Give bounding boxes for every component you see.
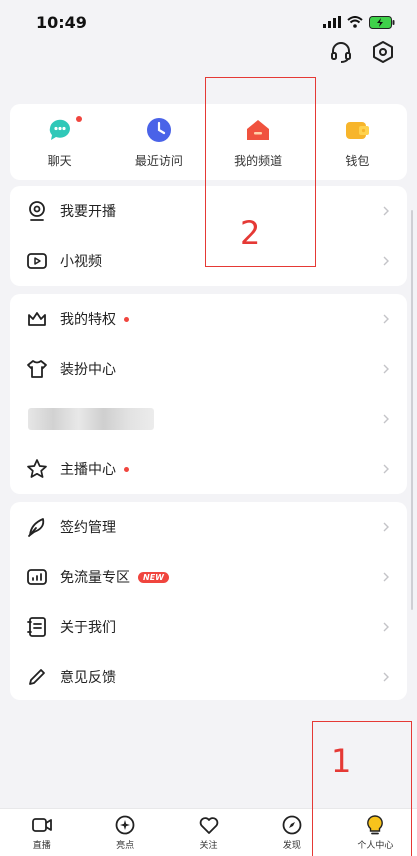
camera-icon xyxy=(31,818,52,832)
menu-item-contract-management[interactable]: 签约管理 xyxy=(10,502,407,552)
annotation-box-1 xyxy=(312,721,412,856)
document-icon xyxy=(27,617,46,637)
quick-item-label: 钱包 xyxy=(345,153,370,168)
tab-label: 直播 xyxy=(32,841,51,851)
chevron-right-icon xyxy=(383,522,389,532)
tab-label: 关注 xyxy=(199,841,218,851)
notification-dot xyxy=(124,466,129,472)
tab-following[interactable]: 关注 xyxy=(167,809,250,856)
new-badge: NEW xyxy=(138,571,169,583)
tab-label: 发现 xyxy=(282,841,301,851)
chevron-right-icon xyxy=(383,314,389,324)
clock-icon xyxy=(146,117,171,142)
menu-card-general: 签约管理 免流量专区 NEW 关于我们 意见反馈 xyxy=(10,502,407,700)
headset-icon[interactable] xyxy=(329,40,353,64)
compass-icon xyxy=(282,815,302,835)
top-actions xyxy=(329,40,395,64)
menu-item-label: 装扮中心 xyxy=(60,362,116,378)
annotation-number-2: 2 xyxy=(240,214,261,252)
chevron-right-icon xyxy=(383,572,389,582)
menu-item-label: 我的特权 xyxy=(60,312,116,328)
chevron-right-icon xyxy=(383,364,389,374)
quick-item-recent[interactable]: 最近访问 xyxy=(109,104,208,180)
menu-item-label: 意见反馈 xyxy=(60,670,116,686)
quick-item-wallet[interactable]: 钱包 xyxy=(308,104,407,180)
menu-item-label: 关于我们 xyxy=(60,620,116,636)
chevron-right-icon xyxy=(383,414,389,424)
menu-item-free-data-zone[interactable]: 免流量专区 NEW xyxy=(10,552,407,602)
signal-icon xyxy=(323,16,341,28)
quick-item-label: 最近访问 xyxy=(134,153,183,168)
chevron-right-icon xyxy=(383,622,389,632)
chevron-right-icon xyxy=(383,256,389,266)
menu-item-label: 主播中心 xyxy=(60,462,116,478)
menu-item-dress-up-center[interactable]: 装扮中心 xyxy=(10,344,407,394)
status-bar: 10:49 xyxy=(0,0,417,44)
chevron-right-icon xyxy=(383,206,389,216)
spark-icon xyxy=(115,815,135,835)
status-icons xyxy=(323,15,395,29)
menu-item-my-privileges[interactable]: 我的特权 xyxy=(10,294,407,344)
menu-item-label: 小视频 xyxy=(60,254,102,270)
crown-icon xyxy=(28,312,46,326)
wifi-icon xyxy=(347,16,363,28)
heart-icon xyxy=(199,817,218,834)
pencil-icon xyxy=(29,669,45,685)
wallet-icon xyxy=(346,121,370,139)
status-time: 10:49 xyxy=(36,12,87,32)
chat-bubble-icon xyxy=(49,119,70,140)
menu-item-feedback[interactable]: 意见反馈 xyxy=(10,652,407,700)
video-play-icon xyxy=(27,253,47,269)
chevron-right-icon xyxy=(383,672,389,682)
broadcast-icon xyxy=(29,201,45,221)
chevron-right-icon xyxy=(383,464,389,474)
menu-card-privileges: 我的特权 装扮中心 主播中心 xyxy=(10,294,407,494)
data-chart-icon xyxy=(27,569,47,585)
tab-live[interactable]: 直播 xyxy=(0,809,83,856)
menu-item-about-us[interactable]: 关于我们 xyxy=(10,602,407,652)
settings-hexagon-icon[interactable] xyxy=(371,40,395,64)
quick-item-chat[interactable]: 聊天 xyxy=(10,104,109,180)
battery-icon xyxy=(369,15,395,29)
scroll-indicator[interactable] xyxy=(411,210,413,610)
blurred-content xyxy=(28,408,154,430)
notification-dot xyxy=(124,316,129,322)
menu-item-label: 签约管理 xyxy=(60,520,116,536)
feather-icon xyxy=(28,518,45,537)
notification-dot xyxy=(76,116,82,122)
quick-item-label: 聊天 xyxy=(47,153,72,168)
star-icon xyxy=(27,459,47,478)
menu-item-host-center[interactable]: 主播中心 xyxy=(10,444,407,494)
tab-highlights[interactable]: 亮点 xyxy=(83,809,166,856)
tshirt-icon xyxy=(27,360,47,378)
annotation-number-1: 1 xyxy=(331,742,352,780)
menu-item-redacted[interactable] xyxy=(10,394,407,444)
menu-item-label: 免流量专区 xyxy=(60,570,130,586)
annotation-box-2 xyxy=(205,77,316,267)
menu-item-label: 我要开播 xyxy=(60,204,116,220)
tab-label: 亮点 xyxy=(116,841,135,851)
